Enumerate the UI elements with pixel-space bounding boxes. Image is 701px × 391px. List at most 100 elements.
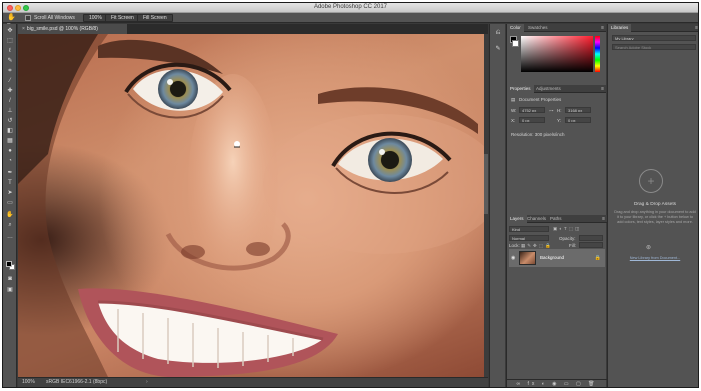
layer-name: Background (540, 255, 565, 260)
history-panel-icon[interactable]: ⎌ (494, 30, 502, 37)
photoshop-window: Adobe Photoshop CC 2017 ✋▾ Scroll All Wi… (2, 2, 699, 388)
scroll-all-windows-label: Scroll All Windows (34, 15, 75, 21)
quick-select-tool-icon[interactable]: ✎ (6, 58, 14, 65)
tools-panel: ✥ ⬚ ℓ ✎ ⌗ ⁄ ✚ / ⊥ ↺ ◧ ▦ ● ◔ ✒ T ➤ ▭ ✋ ⌕ … (3, 24, 17, 387)
document-tab-label: big_smile.psd @ 100% (RGB/8) (26, 26, 98, 32)
brush-tool-icon[interactable]: / (6, 98, 14, 105)
link-icon[interactable]: ⊶ (549, 108, 554, 114)
window-title: Adobe Photoshop CC 2017 (313, 4, 388, 10)
add-asset-plus-icon[interactable]: + (639, 169, 663, 193)
scrollbar-thumb[interactable] (484, 154, 488, 214)
y-field[interactable]: 0 px (565, 117, 591, 123)
width-label: W: (511, 108, 517, 113)
tab-channels[interactable]: Channels (524, 215, 549, 223)
layer-filter-icons[interactable]: ▣◐T⬚◫ (553, 226, 581, 232)
drag-drop-text: Drag and drop anything in your document … (614, 210, 696, 224)
layers-footer-icons[interactable]: ∞ fx ◐ ◉ ▭ ▢ 🗑 (507, 379, 607, 387)
lock-label: Lock: (509, 243, 520, 248)
tab-paths[interactable]: Paths (547, 215, 565, 223)
right-panels: Color Swatches ≡ Properties Adjustments … (506, 24, 607, 387)
history-brush-tool-icon[interactable]: ↺ (6, 118, 14, 125)
path-select-tool-icon[interactable]: ➤ (6, 190, 14, 197)
new-library-link[interactable]: New Library from Document... (614, 256, 696, 261)
type-tool-icon[interactable]: T (6, 180, 14, 187)
visibility-eye-icon[interactable]: ◉ (511, 255, 515, 261)
hand-icon[interactable]: ✋▾ (7, 14, 19, 29)
resolution-text: Resolution: 300 pixels/inch (511, 132, 565, 137)
marquee-tool-icon[interactable]: ⬚ (6, 38, 14, 45)
drag-drop-title: Drag & Drop Assets (633, 202, 677, 207)
document-window: × big_smile.psd @ 100% (RGB/8) 100% sRGB… (18, 24, 488, 387)
tab-properties[interactable]: Properties (507, 85, 534, 93)
library-select[interactable]: My Library (612, 35, 696, 41)
creative-cloud-icon[interactable]: ⊛ (646, 244, 651, 251)
gradient-tool-icon[interactable]: ▦ (6, 138, 14, 145)
portrait-photo (18, 34, 484, 377)
blend-mode-select[interactable]: Normal (509, 235, 549, 241)
layer-lock-icon: 🔒 (594, 255, 601, 261)
layer-filter-kind[interactable]: Kind (509, 226, 549, 232)
status-bar: 100% sRGB IEC61966-2.1 (8bpc) › (18, 377, 488, 387)
dodge-tool-icon[interactable]: ◔ (6, 158, 14, 165)
collapsed-panel-strip: ⎌ ✎ (489, 24, 505, 387)
image-canvas[interactable] (18, 34, 484, 377)
tab-color[interactable]: Color (507, 24, 524, 32)
close-document-icon[interactable]: × (22, 26, 25, 32)
properties-section-title: Document Properties (519, 97, 562, 102)
libraries-panel-tabs: Libraries ≡ (608, 24, 698, 32)
opacity-field[interactable] (579, 235, 603, 241)
fill-field[interactable] (579, 242, 603, 248)
fill-screen-button[interactable]: Fill Screen (137, 14, 173, 22)
layers-panel: Layers Channels Paths ≡ Kind ▣◐T⬚◫ Norma… (507, 215, 607, 387)
blur-tool-icon[interactable]: ● (6, 148, 14, 155)
hand-tool-icon[interactable]: ✋ (6, 212, 14, 219)
panel-menu-icon[interactable]: ≡ (695, 24, 698, 32)
screen-mode-icon[interactable]: ▣ (6, 287, 14, 294)
x-label: X: (511, 118, 516, 123)
more-tools-icon[interactable]: … (6, 234, 14, 241)
eraser-tool-icon[interactable]: ◧ (6, 128, 14, 135)
color-spectrum-field[interactable] (521, 36, 593, 72)
options-bar: ✋▾ Scroll All Windows 100% Fit Screen Fi… (3, 13, 698, 29)
layer-row-background[interactable]: ◉ Background 🔒 (509, 249, 605, 267)
tab-swatches[interactable]: Swatches (525, 24, 551, 32)
hue-slider[interactable] (595, 36, 600, 72)
width-field[interactable]: 4752 px (519, 107, 545, 113)
background-color-mini[interactable] (512, 40, 519, 47)
properties-panel-tabs: Properties Adjustments ≡ (507, 85, 606, 93)
pen-tool-icon[interactable]: ✒ (6, 170, 14, 177)
y-label: Y: (557, 118, 562, 123)
x-field[interactable]: 0 px (519, 117, 545, 123)
panel-menu-icon[interactable]: ≡ (602, 215, 605, 223)
zoom-tool-icon[interactable]: ⌕ (6, 222, 14, 229)
clone-stamp-tool-icon[interactable]: ⊥ (6, 108, 14, 115)
vertical-scrollbar[interactable] (484, 34, 488, 377)
foreground-color-swatch[interactable] (6, 261, 12, 267)
lasso-tool-icon[interactable]: ℓ (6, 48, 14, 55)
title-bar: Adobe Photoshop CC 2017 (3, 3, 698, 13)
layer-thumbnail (519, 251, 536, 265)
status-arrow-icon[interactable]: › (146, 378, 148, 387)
height-field[interactable]: 3168 px (565, 107, 591, 113)
fill-label: Fill: (569, 243, 576, 248)
scroll-all-windows-checkbox[interactable] (25, 15, 31, 21)
document-tab[interactable]: × big_smile.psd @ 100% (RGB/8) (18, 24, 128, 34)
healing-brush-tool-icon[interactable]: ✚ (6, 88, 14, 95)
status-profile: sRGB IEC61966-2.1 (8bpc) (46, 379, 108, 385)
panel-menu-icon[interactable]: ≡ (601, 24, 604, 32)
layers-panel-tabs: Layers Channels Paths ≡ (507, 215, 607, 223)
rectangle-tool-icon[interactable]: ▭ (6, 200, 14, 207)
eyedropper-tool-icon[interactable]: ⁄ (6, 78, 14, 85)
status-zoom[interactable]: 100% (22, 378, 35, 387)
crop-tool-icon[interactable]: ⌗ (6, 68, 14, 75)
height-label: H: (557, 108, 562, 113)
fit-screen-button[interactable]: Fit Screen (105, 14, 140, 22)
move-tool-icon[interactable]: ✥ (6, 28, 14, 35)
brushes-panel-icon[interactable]: ✎ (494, 46, 502, 53)
library-search-input[interactable]: Search Adobe Stock (612, 44, 696, 50)
panel-menu-icon[interactable]: ≡ (601, 85, 604, 93)
quick-mask-icon[interactable]: ◙ (6, 276, 14, 283)
color-panel-tabs: Color Swatches ≡ (507, 24, 606, 32)
tab-libraries[interactable]: Libraries (608, 24, 632, 32)
tab-adjustments[interactable]: Adjustments (533, 85, 564, 93)
